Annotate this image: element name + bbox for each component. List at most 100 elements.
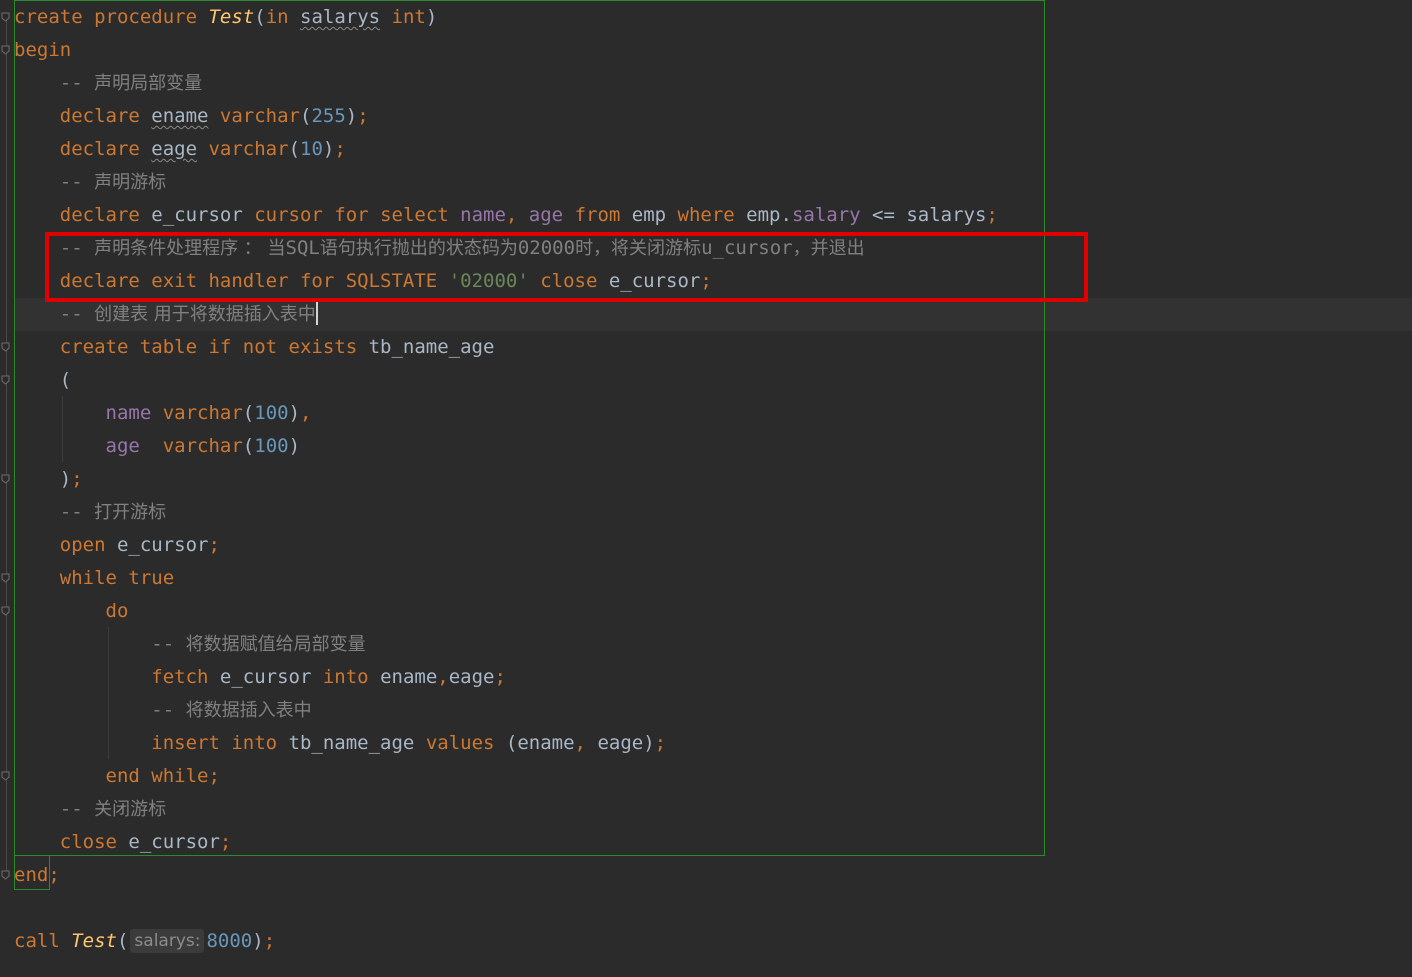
code-token: ; xyxy=(986,204,998,226)
code-token: 100 xyxy=(254,402,289,424)
code-line[interactable]: end; xyxy=(14,859,60,892)
code-line[interactable]: ( xyxy=(14,364,71,397)
code-token: close xyxy=(528,270,609,292)
code-token: tb_name_age xyxy=(288,732,426,754)
code-token: close xyxy=(14,831,129,853)
indent-guide xyxy=(108,627,109,759)
code-line[interactable]: insert into tb_name_age values (ename, e… xyxy=(14,727,666,760)
code-line[interactable]: do xyxy=(14,595,129,628)
code-line[interactable]: declare ename varchar(255); xyxy=(14,100,369,133)
code-token: ; xyxy=(654,732,667,754)
code-token: varchar xyxy=(151,402,243,424)
code-line[interactable]: age varchar(100) xyxy=(14,430,301,463)
code-line[interactable]: call Test(salarys: 8000); xyxy=(14,925,275,958)
code-token: (ename xyxy=(505,732,575,754)
code-token: int xyxy=(380,6,426,28)
code-token: ) xyxy=(288,402,301,424)
code-token: , xyxy=(574,732,598,754)
code-line[interactable]: create procedure Test(in salarys int) xyxy=(14,1,437,34)
code-line[interactable]: declare exit handler for SQLSTATE '02000… xyxy=(14,265,712,298)
code-token: -- xyxy=(14,501,95,523)
code-token: 时，将关闭游标 xyxy=(575,238,702,259)
code-token: e_cursor xyxy=(151,204,255,226)
code-token: ，并退出 xyxy=(792,238,865,259)
code-line[interactable]: close e_cursor; xyxy=(14,826,232,859)
code-token: SQL xyxy=(285,237,320,259)
code-token: e_cursor xyxy=(219,666,323,688)
code-token: eage xyxy=(151,138,198,160)
code-line[interactable]: ); xyxy=(14,463,83,496)
code-token: e_cursor xyxy=(608,270,701,292)
code-token: u_cursor xyxy=(701,237,793,259)
code-token: ename xyxy=(151,105,209,127)
code-token: ; xyxy=(208,534,220,556)
code-token: 声明游标 xyxy=(94,172,167,193)
code-token: 将数据插入表中 xyxy=(185,700,312,721)
code-token: salarys xyxy=(300,6,381,28)
code-token: varchar xyxy=(208,105,300,127)
code-token: eage xyxy=(448,666,495,688)
fold-marker-icon[interactable] xyxy=(1,342,10,352)
code-token: emp. xyxy=(746,204,792,226)
code-token: ) xyxy=(322,138,335,160)
code-token: ; xyxy=(219,831,232,853)
code-line[interactable]: end while; xyxy=(14,760,220,793)
code-token: ) xyxy=(345,105,358,127)
code-token: -- xyxy=(14,303,95,325)
code-token: declare xyxy=(14,204,152,226)
code-line[interactable]: -- 打开游标 xyxy=(14,496,166,529)
code-token: 创建表 用于将数据插入表中 xyxy=(94,304,316,325)
code-token: declare exit handler for SQLSTATE xyxy=(14,270,449,292)
code-line[interactable]: declare eage varchar(10); xyxy=(14,133,346,166)
fold-guide-line xyxy=(6,12,7,874)
fold-marker-icon[interactable] xyxy=(1,375,10,385)
code-token: values xyxy=(425,732,506,754)
editor-gutter xyxy=(0,0,14,977)
code-token: tb_name_age xyxy=(368,336,495,358)
code-line[interactable]: -- 创建表 用于将数据插入表中 xyxy=(14,298,318,331)
code-token: , xyxy=(300,402,312,424)
code-token: ; xyxy=(71,468,83,490)
code-token: -- xyxy=(14,171,95,193)
code-line[interactable]: declare e_cursor cursor for select name,… xyxy=(14,199,998,232)
fold-marker-icon[interactable] xyxy=(1,12,10,22)
code-token: from xyxy=(563,204,632,226)
code-line[interactable]: -- 将数据赋值给局部变量 xyxy=(14,628,366,661)
parameter-hint: salarys: xyxy=(130,929,205,953)
code-token: 255 xyxy=(311,105,346,127)
fold-marker-icon[interactable] xyxy=(1,870,10,880)
sql-code-editor[interactable]: create procedure Test(in salarys int) beg… xyxy=(0,0,1412,977)
code-token: ( xyxy=(116,930,129,952)
text-caret xyxy=(315,301,318,325)
code-token: Test xyxy=(208,6,255,28)
fold-marker-icon[interactable] xyxy=(1,474,10,484)
fold-marker-icon[interactable] xyxy=(1,45,10,55)
fold-marker-icon[interactable] xyxy=(1,606,10,616)
code-line[interactable]: create table if not exists tb_name_age xyxy=(14,331,495,364)
code-line[interactable]: name varchar(100), xyxy=(14,397,312,430)
code-token: ( xyxy=(254,6,266,28)
code-line[interactable]: -- 声明局部变量 xyxy=(14,67,202,100)
code-line[interactable]: -- 关闭游标 xyxy=(14,793,166,826)
code-token: where xyxy=(677,204,747,226)
code-token: -- xyxy=(14,633,186,655)
code-line[interactable]: while true xyxy=(14,562,174,595)
code-token: Test xyxy=(71,930,117,952)
code-line[interactable]: -- 声明条件处理程序 ： 当SQL语句执行抛出的状态码为02000时，将关闭游… xyxy=(14,232,865,265)
code-line[interactable]: -- 声明游标 xyxy=(14,166,166,199)
fold-marker-icon[interactable] xyxy=(1,771,10,781)
code-line[interactable]: begin xyxy=(14,34,71,67)
code-token: 将数据赋值给局部变量 xyxy=(185,634,366,655)
code-token: <= salarys xyxy=(860,204,987,226)
code-token: while true xyxy=(14,567,175,589)
code-line[interactable]: -- 将数据插入表中 xyxy=(14,694,312,727)
code-token: ) xyxy=(425,6,438,28)
code-token: ( xyxy=(300,105,312,127)
code-line[interactable]: open e_cursor; xyxy=(14,529,220,562)
code-token: 100 xyxy=(254,435,289,457)
code-token: open xyxy=(14,534,117,556)
code-token: eage) xyxy=(597,732,655,754)
code-token: do xyxy=(14,600,129,622)
code-line[interactable]: fetch e_cursor into ename,eage; xyxy=(14,661,506,694)
fold-marker-icon[interactable] xyxy=(1,573,10,583)
